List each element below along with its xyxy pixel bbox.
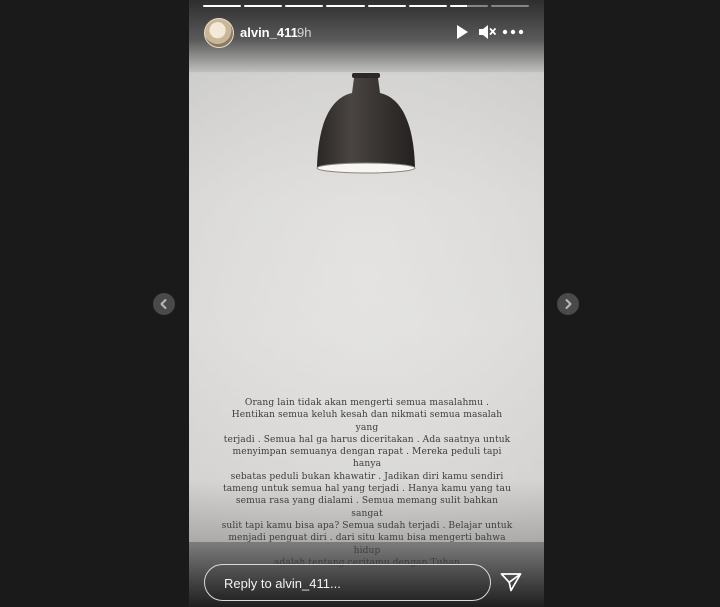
chevron-right-icon (565, 299, 572, 309)
story-timestamp: 9h (297, 25, 312, 40)
progress-segment (408, 5, 447, 7)
story-viewer[interactable]: alvin_411 9h Orang lain tidak akan menge… (189, 0, 544, 607)
progress-segment (285, 5, 324, 7)
progress-segment (203, 5, 242, 7)
progress-segment (367, 5, 406, 7)
story-progress-bar (203, 5, 529, 7)
quote-line: menjadi penguat diri . dari situ kamu bi… (228, 533, 506, 556)
send-button[interactable] (499, 570, 523, 594)
mute-button[interactable] (477, 23, 497, 41)
quote-line: Hentikan semua keluh kesah dan nikmati s… (231, 410, 503, 433)
chevron-left-icon (160, 299, 167, 309)
play-icon (457, 25, 468, 39)
pendant-lamp-image (316, 73, 416, 174)
play-button[interactable] (454, 23, 474, 41)
progress-segment-current (449, 5, 488, 7)
quote-line: sulit tapi kamu bisa apa? Semua sudah te… (221, 520, 513, 531)
progress-segment (244, 5, 283, 7)
story-quote-text: Orang lain tidak akan mengerti semua mas… (219, 397, 515, 569)
quote-line: tameng untuk semua hal yang terjadi . Ha… (222, 484, 512, 495)
reply-input[interactable] (222, 565, 476, 602)
progress-segment (326, 5, 365, 7)
username[interactable]: alvin_411 (240, 25, 298, 40)
progress-segment (490, 5, 529, 7)
next-story-button[interactable] (557, 293, 579, 315)
quote-line: menyimpan semuanya dengan rapat . Mereka… (232, 447, 502, 470)
avatar[interactable] (204, 18, 234, 48)
quote-line: sebatas peduli bukan khawatir . Jadikan … (230, 471, 504, 482)
paper-plane-icon (500, 573, 522, 592)
quote-line: Orang lain tidak akan mengerti semua mas… (244, 398, 490, 408)
reply-field[interactable] (204, 564, 491, 602)
quote-line: semua rasa yang dialami . Semua memang s… (235, 496, 499, 519)
quote-line: terjadi . Semua hal ga harus diceritakan… (223, 434, 511, 445)
more-horizontal-icon (502, 29, 524, 35)
speaker-muted-icon (479, 25, 496, 39)
story-header: alvin_411 9h (203, 18, 529, 48)
previous-story-button[interactable] (153, 293, 175, 315)
more-options-button[interactable] (502, 23, 524, 41)
